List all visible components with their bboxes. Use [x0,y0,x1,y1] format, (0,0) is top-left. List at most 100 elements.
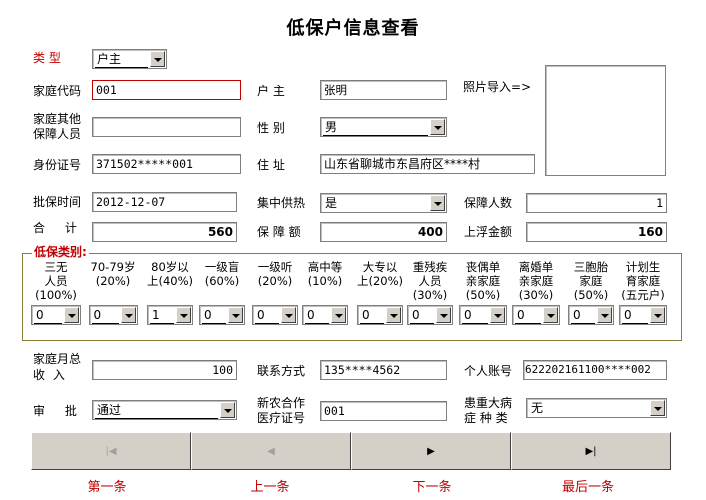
approval-label: 审 批 [33,404,85,418]
heating-dropdown-chevron-icon[interactable] [430,195,445,211]
illness-dropdown-chevron-icon[interactable] [650,400,665,416]
category-label: 70-79岁 (20%) [83,260,143,288]
amount-field[interactable]: 400 [320,222,447,242]
category-label-line: (10%) [307,274,343,288]
family-code-label: 家庭代码 [33,84,82,98]
category-dropdown-chevron-icon[interactable] [120,307,136,323]
income-label-2: 收 入 [33,368,67,382]
previous-record-button[interactable]: ◀ [191,432,351,470]
category-label: 离婚单 亲家庭 (30%) [506,260,566,302]
category-label: 一级盲 (60%) [192,260,252,288]
photo-label: 照片导入=> [463,80,532,94]
category-label-line: 家庭 [579,274,603,288]
category-dropdown-chevron-icon[interactable] [597,307,612,323]
approval-dropdown-chevron-icon[interactable] [220,402,235,418]
category-select[interactable]: 1 [147,305,193,325]
amount-label: 保 障 额 [257,225,301,239]
id-field[interactable]: 371502*****001 [92,154,241,174]
account-field[interactable]: 622202161100****002 [523,360,667,380]
income-field[interactable]: 100 [92,360,237,380]
category-label: 计划生 育家庭 (五元户) [613,260,673,302]
category-select[interactable]: 0 [357,305,403,325]
contact-field[interactable]: 135****4562 [320,360,447,380]
gender-value: 男 [323,119,428,136]
category-label-line: 三无 [44,260,68,274]
first-record-label: 第一条 [87,480,127,495]
category-label: 丧偶单 亲家庭 (50%) [453,260,513,302]
protected-count-label: 保障人数 [464,196,513,210]
category-select[interactable]: 0 [252,305,298,325]
first-record-button[interactable]: |◀ [31,432,191,470]
approval-select[interactable]: 通过 [92,400,237,420]
category-select[interactable]: 0 [512,305,560,325]
type-dropdown-chevron-icon[interactable] [150,51,165,67]
category-label-line: 亲家庭 [465,274,501,288]
category-group-title: 低保类别: [32,243,89,260]
protected-count-field[interactable]: 1 [526,193,667,213]
illness-label-2: 症 种 类 [464,411,508,425]
category-label-line: (100%) [35,288,77,302]
category-select[interactable]: 0 [568,305,614,325]
category-label: 三胞胎 家庭 (50%) [561,260,621,302]
gender-dropdown-chevron-icon[interactable] [430,119,445,135]
total-label: 合 计 [33,221,85,235]
gender-select[interactable]: 男 [320,117,447,137]
family-code-field[interactable]: 001 [92,80,241,100]
category-select[interactable]: 0 [302,305,348,325]
category-value: 0 [305,307,329,324]
photo-box[interactable] [545,65,666,176]
address-field[interactable]: 山东省聊城市东昌府区****村 [320,154,535,174]
approve-time-field[interactable]: 2012-12-07 [92,192,237,212]
householder-field[interactable]: 张明 [320,80,447,100]
previous-record-label: 上一条 [250,480,290,495]
gender-label: 性 别 [257,121,285,135]
category-label: 三无 人员 (100%) [26,260,86,302]
category-label-line: 育家庭 [625,274,661,288]
id-label: 身份证号 [33,158,82,172]
approval-value: 通过 [95,402,218,419]
total-field[interactable]: 560 [92,222,237,242]
next-record-icon: ▶ [427,445,435,457]
category-value: 0 [255,307,279,324]
float-field[interactable]: 160 [526,222,667,242]
category-dropdown-chevron-icon[interactable] [176,307,191,323]
category-dropdown-chevron-icon[interactable] [281,307,296,323]
category-dropdown-chevron-icon[interactable] [228,307,243,323]
category-dropdown-chevron-icon[interactable] [436,307,451,323]
coop-field[interactable]: 001 [320,401,447,421]
householder-label: 户 主 [257,84,285,98]
category-select[interactable]: 0 [459,305,507,325]
next-record-button[interactable]: ▶ [351,432,511,470]
category-label-line: 计划生 [625,260,661,274]
category-label: 80岁以 上(40%) [140,260,200,288]
type-label: 类 型 [33,51,61,65]
category-value: 0 [571,307,595,324]
category-value: 0 [410,307,434,324]
coop-label-1: 新农合作 [257,396,306,410]
category-dropdown-chevron-icon[interactable] [386,307,401,323]
type-select[interactable]: 户主 [92,49,167,69]
last-record-button[interactable]: ▶| [511,432,671,470]
illness-select[interactable]: 无 [526,398,667,418]
category-label-line: (60%) [204,274,240,288]
category-select[interactable]: 0 [88,305,138,325]
category-label: 高中等 (10%) [295,260,355,288]
account-label: 个人账号 [464,364,513,378]
category-select[interactable]: 0 [31,305,81,325]
category-dropdown-chevron-icon[interactable] [543,307,558,323]
category-dropdown-chevron-icon[interactable] [331,307,346,323]
category-select[interactable]: 0 [199,305,245,325]
category-select[interactable]: 0 [407,305,453,325]
illness-value: 无 [531,401,544,415]
next-record-label: 下一条 [412,480,452,495]
category-dropdown-chevron-icon[interactable] [64,307,79,323]
category-label-line: (50%) [465,288,501,302]
category-dropdown-chevron-icon[interactable] [490,307,505,323]
page-title: 低保户信息查看 [286,18,420,39]
other-members-field[interactable] [92,117,241,137]
category-dropdown-chevron-icon[interactable] [650,307,665,323]
category-select[interactable]: 0 [619,305,667,325]
category-label-line: (50%) [573,288,609,302]
heating-select[interactable]: 是 [320,193,447,213]
contact-label: 联系方式 [257,364,306,378]
